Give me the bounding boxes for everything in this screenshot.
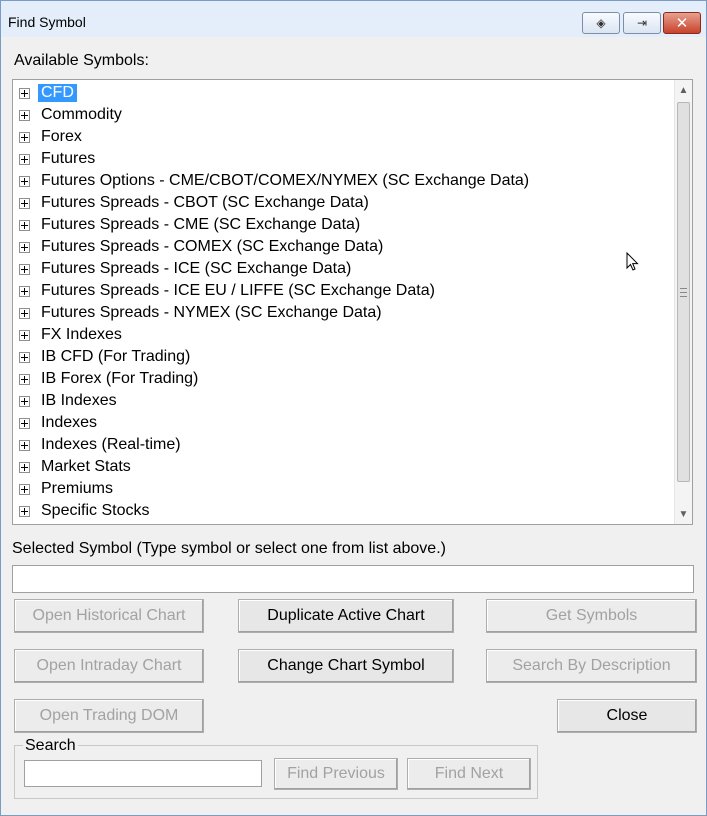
- tree-item-label[interactable]: FX Indexes: [38, 326, 125, 344]
- expand-plus-icon[interactable]: [19, 153, 30, 165]
- tree-item[interactable]: Futures Spreads - ICE (SC Exchange Data): [19, 258, 354, 280]
- expand-plus-icon[interactable]: [19, 505, 30, 517]
- tree-item-label[interactable]: Futures: [38, 150, 98, 168]
- tree-item[interactable]: Futures Spreads - COMEX (SC Exchange Dat…: [19, 236, 386, 258]
- close-icon: ✕: [675, 15, 689, 32]
- expand-plus-icon[interactable]: [19, 461, 30, 473]
- title-bar: Find Symbol ◈ ⇥ ✕: [1, 1, 706, 37]
- tree-item-label[interactable]: Commodity: [38, 106, 125, 124]
- tree-item[interactable]: Indexes: [19, 412, 100, 434]
- symbol-tree[interactable]: CFD Commodity Forex Futures Futures Options …: [12, 79, 693, 525]
- open-intraday-chart-button[interactable]: Open Intraday Chart: [14, 649, 204, 683]
- tree-item-label[interactable]: Futures Options - CME/CBOT/COMEX/NYMEX (…: [38, 172, 532, 190]
- tree-item-label[interactable]: Indexes: [38, 414, 100, 432]
- tree-item-label[interactable]: Futures Spreads - CBOT (SC Exchange Data…: [38, 194, 372, 212]
- expand-plus-icon[interactable]: [19, 263, 30, 275]
- tree-item[interactable]: Forex: [19, 126, 85, 148]
- get-symbols-button[interactable]: Get Symbols: [486, 599, 697, 633]
- search-by-description-button[interactable]: Search By Description: [486, 649, 697, 683]
- tree-item-label[interactable]: IB CFD (For Trading): [38, 348, 193, 366]
- tree-item-label[interactable]: Futures Spreads - COMEX (SC Exchange Dat…: [38, 238, 386, 256]
- selected-symbol-label: Selected Symbol (Type symbol or select o…: [12, 540, 446, 557]
- duplicate-active-chart-button[interactable]: Duplicate Active Chart: [238, 599, 454, 633]
- search-group-label: Search: [23, 737, 78, 755]
- tree-item[interactable]: Indexes (Real-time): [19, 434, 184, 456]
- selected-symbol-input[interactable]: [12, 565, 694, 593]
- tree-item-label[interactable]: IB Forex (For Trading): [38, 370, 201, 388]
- tree-item-label[interactable]: IB Indexes: [38, 392, 120, 410]
- find-next-button[interactable]: Find Next: [407, 758, 531, 790]
- expand-plus-icon[interactable]: [19, 417, 30, 429]
- expand-plus-icon[interactable]: [19, 351, 30, 363]
- tree-scrollbar[interactable]: ▲ ▼: [674, 80, 692, 524]
- tree-item[interactable]: Market Stats: [19, 456, 134, 478]
- tree-item[interactable]: Commodity: [19, 104, 125, 126]
- change-chart-symbol-button[interactable]: Change Chart Symbol: [238, 649, 454, 683]
- expand-plus-icon[interactable]: [19, 373, 30, 385]
- tree-item[interactable]: IB Indexes: [19, 390, 120, 412]
- search-input[interactable]: [24, 760, 262, 787]
- tree-item[interactable]: IB CFD (For Trading): [19, 346, 193, 368]
- tree-item-label[interactable]: Specific Stocks: [38, 502, 152, 520]
- tree-item-label[interactable]: CFD: [38, 84, 77, 102]
- expand-plus-icon[interactable]: [19, 307, 30, 319]
- mouse-cursor-icon: [626, 252, 639, 271]
- expand-plus-icon[interactable]: [19, 175, 30, 187]
- tree-item-label[interactable]: Indexes (Real-time): [38, 436, 184, 454]
- expand-plus-icon[interactable]: [19, 241, 30, 253]
- tree-item-label[interactable]: Futures Spreads - CME (SC Exchange Data): [38, 216, 363, 234]
- expand-plus-icon[interactable]: [19, 87, 30, 99]
- restore-icon: ⇥: [636, 16, 648, 30]
- tree-item[interactable]: Futures Options - CME/CBOT/COMEX/NYMEX (…: [19, 170, 532, 192]
- tree-item[interactable]: CFD: [19, 82, 77, 104]
- close-button[interactable]: Close: [557, 699, 697, 733]
- pin-button[interactable]: ◈: [582, 12, 620, 34]
- tree-item[interactable]: Futures Spreads - CBOT (SC Exchange Data…: [19, 192, 372, 214]
- find-previous-button[interactable]: Find Previous: [274, 758, 398, 790]
- scroll-down-arrow-icon[interactable]: ▼: [675, 504, 692, 524]
- expand-plus-icon[interactable]: [19, 197, 30, 209]
- tree-item[interactable]: Futures Spreads - CME (SC Exchange Data): [19, 214, 363, 236]
- tree-item-label[interactable]: Market Stats: [38, 458, 134, 476]
- tree-item[interactable]: Futures: [19, 148, 98, 170]
- open-trading-dom-button[interactable]: Open Trading DOM: [14, 699, 204, 733]
- tree-item-label[interactable]: Futures Spreads - ICE (SC Exchange Data): [38, 260, 354, 278]
- expand-plus-icon[interactable]: [19, 483, 30, 495]
- restore-button[interactable]: ⇥: [623, 12, 661, 34]
- tree-item[interactable]: IB Forex (For Trading): [19, 368, 201, 390]
- tree-item[interactable]: FX Indexes: [19, 324, 125, 346]
- expand-plus-icon[interactable]: [19, 395, 30, 407]
- pin-icon: ◈: [596, 16, 606, 30]
- grip-icon: [680, 287, 687, 297]
- close-window-button[interactable]: ✕: [663, 12, 701, 34]
- tree-item[interactable]: Futures Spreads - ICE EU / LIFFE (SC Exc…: [19, 280, 438, 302]
- available-symbols-label: Available Symbols:: [14, 52, 149, 69]
- expand-plus-icon[interactable]: [19, 131, 30, 143]
- tree-item[interactable]: Premiums: [19, 478, 116, 500]
- scroll-up-arrow-icon[interactable]: ▲: [675, 80, 692, 100]
- tree-item-label[interactable]: Futures Spreads - NYMEX (SC Exchange Dat…: [38, 304, 385, 322]
- scroll-thumb[interactable]: [677, 102, 690, 482]
- tree-item[interactable]: Specific Stocks: [19, 500, 152, 522]
- tree-item-label[interactable]: Premiums: [38, 480, 116, 498]
- open-historical-chart-button[interactable]: Open Historical Chart: [14, 599, 204, 633]
- window-title: Find Symbol: [8, 14, 86, 30]
- expand-plus-icon[interactable]: [19, 109, 30, 121]
- expand-plus-icon[interactable]: [19, 219, 30, 231]
- tree-item-label[interactable]: Forex: [38, 128, 85, 146]
- expand-plus-icon[interactable]: [19, 329, 30, 341]
- tree-item-label[interactable]: Futures Spreads - ICE EU / LIFFE (SC Exc…: [38, 282, 438, 300]
- expand-plus-icon[interactable]: [19, 285, 30, 297]
- tree-item[interactable]: Futures Spreads - NYMEX (SC Exchange Dat…: [19, 302, 385, 324]
- expand-plus-icon[interactable]: [19, 439, 30, 451]
